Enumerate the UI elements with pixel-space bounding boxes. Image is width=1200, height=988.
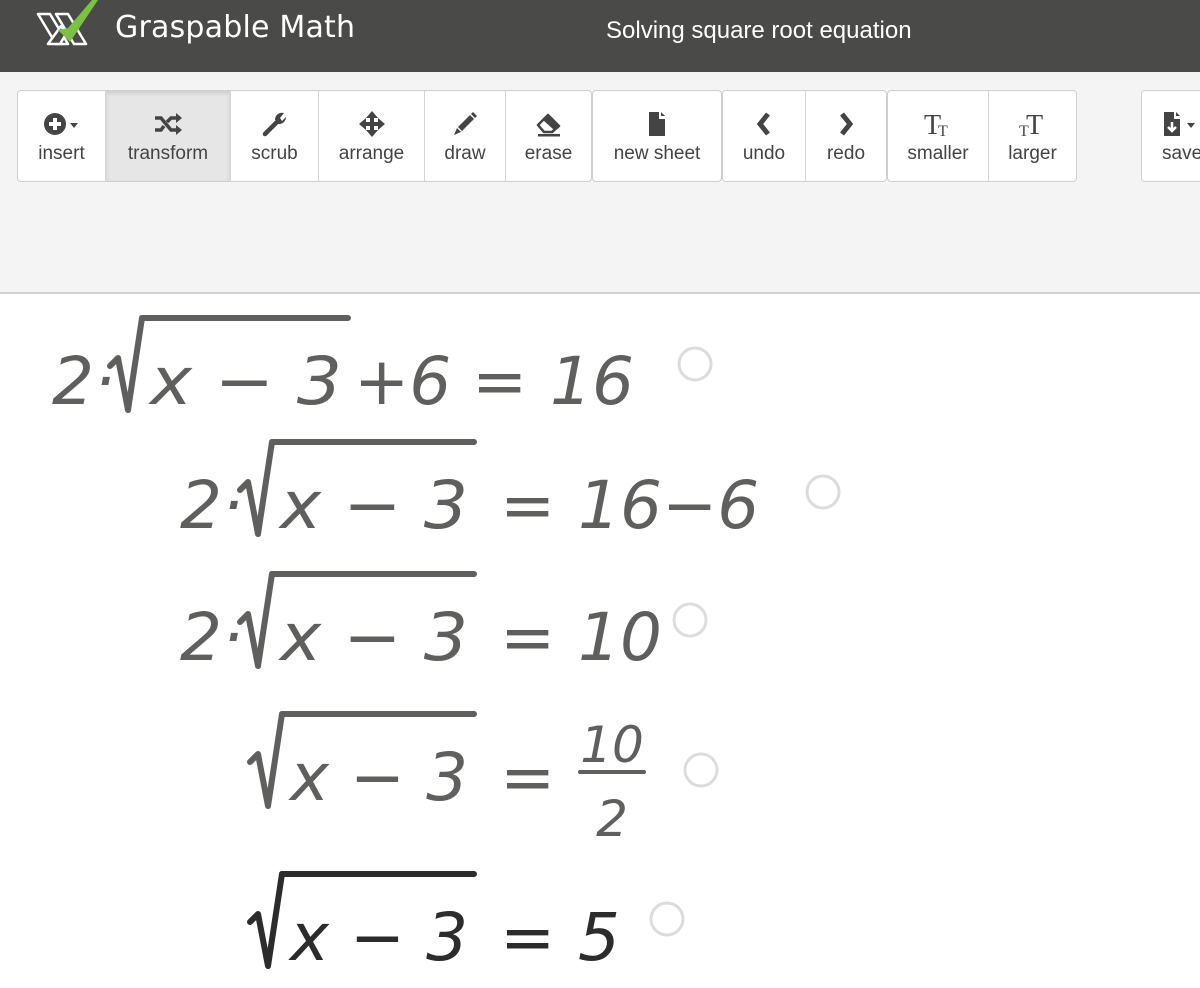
brand-name: Graspable Math bbox=[115, 10, 356, 45]
insert-label: insert bbox=[38, 143, 85, 164]
equals-sign: = bbox=[472, 343, 527, 420]
fraction-denominator: 2 bbox=[596, 790, 628, 848]
smaller-label: smaller bbox=[907, 143, 969, 164]
equation-3[interactable]: 2· x − 3 = 10 bbox=[180, 571, 662, 676]
history-button-group: undo redo bbox=[722, 90, 887, 182]
coefficient: 2· bbox=[180, 599, 243, 676]
equals-sign: = bbox=[500, 599, 555, 676]
new-sheet-label: new sheet bbox=[613, 143, 701, 164]
draw-label: draw bbox=[444, 143, 486, 164]
chevron-left-icon bbox=[756, 112, 770, 136]
save-label: save bbox=[1162, 143, 1200, 164]
arrange-label: arrange bbox=[338, 143, 405, 164]
undo-label: undo bbox=[742, 143, 786, 164]
draw-button[interactable]: draw bbox=[425, 91, 506, 181]
smaller-button[interactable]: T T smaller bbox=[888, 91, 989, 181]
document-title[interactable]: Solving square root equation bbox=[606, 17, 912, 45]
radicand: x − 3 bbox=[278, 599, 468, 676]
file-download-icon bbox=[1164, 112, 1195, 136]
transform-label: transform bbox=[127, 143, 209, 164]
lhs-tail: +6 bbox=[354, 343, 451, 420]
equation-4[interactable]: x − 3 = 10 2 bbox=[247, 711, 646, 848]
radicand: x − 3 bbox=[288, 739, 468, 816]
redo-label: redo bbox=[826, 143, 866, 164]
erase-button[interactable]: erase bbox=[506, 91, 591, 181]
radicand: x − 3 bbox=[288, 899, 468, 976]
scrub-button[interactable]: scrub bbox=[231, 91, 319, 181]
equations-layer: 2· x − 3 +6 = 162· x − 3 = 16−62· x − 3 = 10x − 3 =… bbox=[52, 315, 841, 976]
equals-sign: = bbox=[500, 467, 555, 544]
wrench-icon bbox=[262, 112, 286, 137]
equation-select-radio[interactable] bbox=[672, 602, 708, 638]
eraser-icon bbox=[536, 113, 560, 137]
text-larger-icon: T T bbox=[1019, 110, 1043, 138]
rhs: 16 bbox=[550, 343, 634, 420]
svg-text:T: T bbox=[1026, 110, 1043, 138]
dropdown-caret-icon bbox=[1187, 123, 1195, 128]
chevron-right-icon bbox=[840, 112, 854, 136]
math-canvas[interactable]: 2· x − 3 +6 = 16 2· x − 3 = 16−6 2· x − 3 = 10 x − 3 =… bbox=[0, 294, 1200, 983]
save-button-group: save bbox=[1141, 90, 1200, 182]
equals-sign: = bbox=[500, 739, 555, 816]
equation-select-radio[interactable] bbox=[677, 346, 713, 382]
rhs: 10 bbox=[578, 599, 662, 676]
larger-label: larger bbox=[1008, 143, 1057, 164]
equation-select-radio[interactable] bbox=[805, 474, 841, 510]
plus-circle-icon bbox=[43, 113, 78, 135]
radicand: x − 3 bbox=[148, 343, 342, 420]
coefficient: 2· bbox=[52, 343, 115, 420]
rhs: 5 bbox=[578, 899, 620, 976]
font-size-button-group: T T smaller T T larger bbox=[887, 90, 1077, 182]
redo-button[interactable]: redo bbox=[806, 91, 886, 181]
move-arrows-icon bbox=[358, 111, 385, 137]
save-button[interactable]: save bbox=[1142, 91, 1200, 181]
equals-sign: = bbox=[500, 899, 555, 976]
insert-button[interactable]: insert bbox=[18, 91, 106, 181]
text-smaller-icon: T T bbox=[924, 110, 948, 138]
scrub-label: scrub bbox=[251, 143, 298, 164]
svg-text:T: T bbox=[938, 123, 948, 138]
sheet-button-group: new sheet bbox=[592, 90, 722, 182]
toolbar: insert transform scrub arrange draw eras… bbox=[0, 72, 1200, 294]
app-header: Graspable Math Solving square root equat… bbox=[0, 0, 1200, 72]
equation-2[interactable]: 2· x − 3 = 16−6 bbox=[180, 439, 759, 544]
equation-select-radio[interactable] bbox=[683, 752, 719, 788]
dropdown-caret-icon bbox=[69, 123, 78, 128]
shuffle-icon bbox=[155, 113, 182, 135]
radicand: x − 3 bbox=[278, 467, 468, 544]
graspable-math-logo-icon bbox=[36, 0, 98, 46]
erase-label: erase bbox=[524, 143, 573, 164]
arrange-button[interactable]: arrange bbox=[319, 91, 425, 181]
rhs: 16−6 bbox=[578, 467, 759, 544]
equation-1[interactable]: 2· x − 3 +6 = 16 bbox=[52, 315, 634, 420]
mode-button-group: insert transform scrub arrange draw eras… bbox=[17, 90, 592, 182]
new-sheet-button[interactable]: new sheet bbox=[593, 91, 721, 181]
equation-select-radio[interactable] bbox=[649, 901, 685, 937]
fraction-numerator: 10 bbox=[580, 716, 644, 774]
equation-5[interactable]: x − 3 = 5 bbox=[247, 871, 620, 976]
pencil-icon bbox=[454, 112, 477, 135]
coefficient: 2· bbox=[180, 467, 243, 544]
undo-button[interactable]: undo bbox=[723, 91, 806, 181]
file-icon bbox=[649, 112, 665, 136]
larger-button[interactable]: T T larger bbox=[989, 91, 1076, 181]
transform-button[interactable]: transform bbox=[106, 91, 231, 181]
